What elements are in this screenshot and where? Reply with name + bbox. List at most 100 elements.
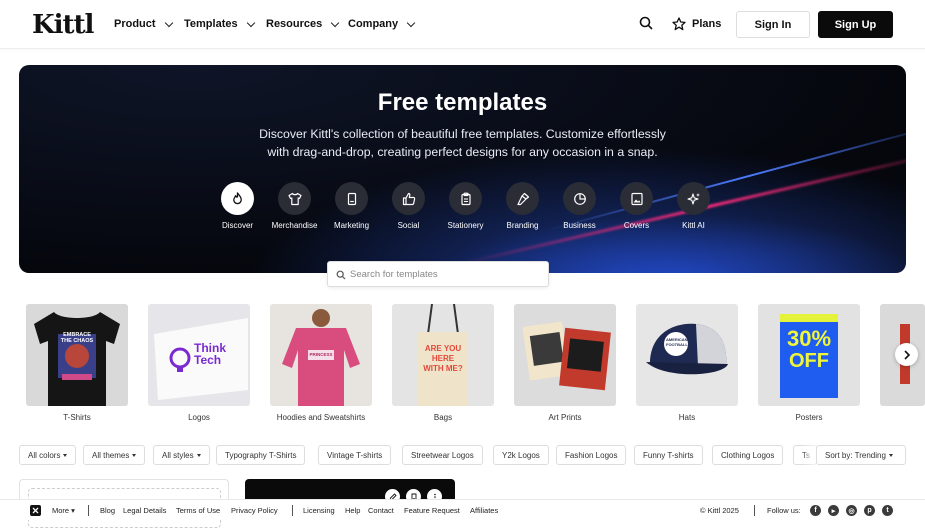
style-filter-select[interactable]: All styles bbox=[153, 445, 210, 465]
facebook-icon[interactable]: f bbox=[810, 505, 821, 516]
hero-description: Discover Kittl's collection of beautiful… bbox=[259, 127, 666, 159]
category-kittl-ai[interactable]: Kittl AI bbox=[665, 182, 722, 230]
footer-link-privacy[interactable]: Privacy Policy bbox=[231, 506, 278, 515]
category-discover[interactable]: Discover bbox=[209, 182, 266, 230]
footer-link-feature-request[interactable]: Feature Request bbox=[404, 506, 460, 515]
sweatshirt-print-text: PRINCESS bbox=[309, 352, 333, 357]
category-covers[interactable]: Covers bbox=[608, 182, 665, 230]
logo-print-text: Think Tech bbox=[194, 341, 226, 367]
footer-link-help[interactable]: Help bbox=[345, 506, 360, 515]
theme-filter-select[interactable]: All themes bbox=[83, 445, 146, 465]
top-navigation: Kittl Product Templates Resources Compan… bbox=[0, 0, 925, 49]
carousel-label: Posters bbox=[795, 413, 823, 422]
caret-down-icon bbox=[888, 453, 893, 457]
select-label: All colors bbox=[28, 450, 61, 460]
sign-in-button[interactable]: Sign In bbox=[736, 11, 810, 38]
menu-templates[interactable]: Templates bbox=[184, 18, 255, 30]
pen-nib-icon bbox=[516, 192, 529, 205]
search-icon[interactable] bbox=[639, 16, 653, 30]
caret-down-icon bbox=[63, 453, 68, 457]
category-marketing[interactable]: Marketing bbox=[323, 182, 380, 230]
pinterest-icon[interactable]: p bbox=[864, 505, 875, 516]
flame-icon bbox=[233, 192, 242, 205]
menu-company[interactable]: Company bbox=[348, 18, 416, 30]
youtube-icon[interactable]: ▸ bbox=[828, 505, 839, 516]
page-title: Free templates bbox=[377, 89, 548, 116]
footer-more[interactable]: More ▾ bbox=[52, 506, 75, 515]
filter-chip[interactable]: Streetwear Logos bbox=[402, 445, 483, 465]
category-label: Stationery bbox=[447, 221, 484, 230]
pie-chart-icon bbox=[573, 192, 586, 205]
footer: More ▾ Blog Legal Details Terms of Use P… bbox=[0, 499, 925, 520]
twitter-icon[interactable]: t bbox=[882, 505, 893, 516]
category-merchandise[interactable]: Merchandise bbox=[266, 182, 323, 230]
kittl-logo[interactable]: Kittl bbox=[32, 10, 94, 40]
chevron-down-icon bbox=[164, 18, 173, 27]
carousel-label: Hats bbox=[678, 413, 696, 422]
category-label: Kittl AI bbox=[682, 221, 705, 230]
cap-thumbnail bbox=[646, 323, 728, 375]
carousel-label: T-Shirts bbox=[63, 413, 91, 422]
footer-link-affiliates[interactable]: Affiliates bbox=[470, 506, 498, 515]
filter-chip[interactable]: Ts bbox=[793, 445, 817, 465]
carousel-card-hoodies[interactable]: PRINCESS bbox=[270, 304, 372, 406]
menu-label: Product bbox=[114, 18, 156, 30]
image-frame-icon bbox=[630, 192, 643, 205]
category-social[interactable]: Social bbox=[380, 182, 437, 230]
carousel-label: Logos bbox=[188, 413, 210, 422]
footer-follow-label: Follow us: bbox=[767, 506, 801, 515]
search-icon bbox=[336, 270, 346, 280]
carousel-card-art-prints[interactable] bbox=[514, 304, 616, 406]
poster-off-text: OFF bbox=[789, 350, 829, 372]
carousel-card-hats[interactable]: AMERICAN FOOTBALL bbox=[636, 304, 738, 406]
carousel-card-posters[interactable]: 30% OFF bbox=[758, 304, 860, 406]
carousel-card-logos[interactable]: Think Tech bbox=[148, 304, 250, 406]
filter-chip[interactable]: Vintage T-shirts bbox=[318, 445, 392, 465]
filter-chip[interactable]: Typography T-Shirts bbox=[216, 445, 306, 465]
color-filter-select[interactable]: All colors bbox=[19, 445, 77, 465]
footer-link-legal[interactable]: Legal Details bbox=[123, 506, 166, 515]
chevron-right-icon bbox=[903, 349, 910, 360]
footer-divider bbox=[754, 505, 755, 516]
footer-link-blog[interactable]: Blog bbox=[100, 506, 115, 515]
tshirt-thumbnail bbox=[34, 312, 120, 406]
carousel-card-bags[interactable]: ARE YOU HERE WITH ME? bbox=[392, 304, 494, 406]
art-print-thumbnail bbox=[522, 321, 611, 391]
caret-down-icon bbox=[132, 453, 137, 457]
filter-chip[interactable]: Clothing Logos bbox=[712, 445, 784, 465]
menu-label: Templates bbox=[184, 18, 238, 30]
category-label: Business bbox=[563, 221, 596, 230]
category-business[interactable]: Business bbox=[551, 182, 608, 230]
menu-resources[interactable]: Resources bbox=[266, 18, 340, 30]
flyer-icon bbox=[347, 192, 356, 205]
filter-chip[interactable]: Fashion Logos bbox=[556, 445, 627, 465]
sort-select[interactable]: Sort by: Trending bbox=[816, 445, 906, 465]
footer-copyright: © Kittl 2025 bbox=[700, 506, 739, 515]
sort-label: Sort by: Trending bbox=[825, 450, 886, 460]
category-label: Discover bbox=[221, 221, 254, 230]
category-label: Covers bbox=[623, 221, 650, 230]
hero-banner: Free templates Discover Kittl's collecti… bbox=[19, 65, 906, 273]
category-branding[interactable]: Branding bbox=[494, 182, 551, 230]
chevron-down-icon bbox=[246, 18, 255, 27]
carousel-card-tshirts[interactable]: EMBRACE THE CHAOS bbox=[26, 304, 128, 406]
footer-divider bbox=[292, 505, 293, 516]
category-stationery[interactable]: Stationery bbox=[437, 182, 494, 230]
footer-link-licensing[interactable]: Licensing bbox=[303, 506, 335, 515]
menu-product[interactable]: Product bbox=[114, 18, 173, 30]
footer-link-contact[interactable]: Contact bbox=[368, 506, 394, 515]
filter-chip[interactable]: Y2k Logos bbox=[493, 445, 549, 465]
filter-chip[interactable]: Funny T-shirts bbox=[634, 445, 703, 465]
footer-link-terms[interactable]: Terms of Use bbox=[176, 506, 220, 515]
menu-label: Company bbox=[348, 18, 399, 30]
footer-more-label: More bbox=[52, 506, 70, 515]
search-input[interactable] bbox=[350, 266, 540, 283]
sign-up-button[interactable]: Sign Up bbox=[818, 11, 893, 38]
plans-link[interactable]: Plans bbox=[672, 17, 721, 31]
category-label: Social bbox=[397, 221, 420, 230]
category-list: Discover Merchandise Marketing Social St… bbox=[209, 182, 722, 230]
kittl-mark-icon bbox=[30, 505, 41, 516]
instagram-icon[interactable]: ◎ bbox=[846, 505, 857, 516]
carousel-next-button[interactable] bbox=[895, 343, 918, 366]
carousel-label: Bags bbox=[433, 413, 453, 422]
